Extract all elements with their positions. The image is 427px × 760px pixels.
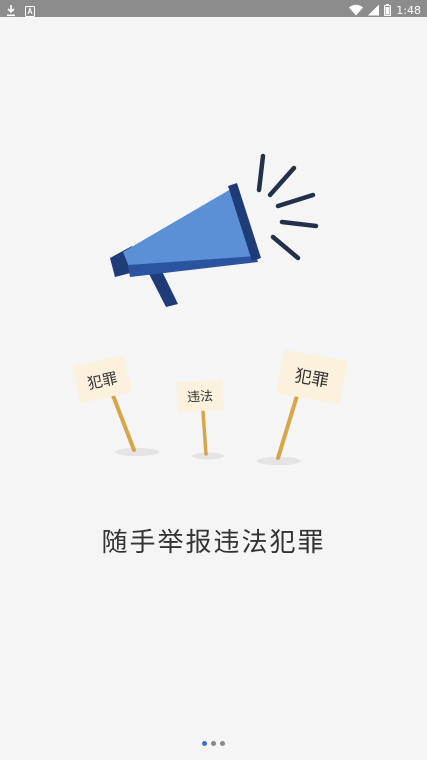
- onboarding-headline: 随手举报违法犯罪: [101, 528, 326, 558]
- protest-sign-right: 犯罪: [257, 349, 348, 465]
- megaphone-icon: [110, 153, 319, 307]
- page-dot-3: [220, 741, 225, 746]
- sign-label-middle: 违法: [187, 389, 214, 405]
- status-time: 1:48: [396, 4, 421, 17]
- wifi-icon: [349, 1, 364, 20]
- signal-icon: [368, 1, 380, 20]
- protest-sign-left: 犯罪: [72, 355, 159, 456]
- page-dot-2: [211, 741, 216, 746]
- illustration: 犯罪 违法 犯罪: [72, 153, 348, 465]
- status-bar: 1:48: [0, 0, 427, 17]
- protest-sign-middle: 违法: [176, 379, 224, 460]
- battery-icon: [384, 1, 392, 20]
- page-dot-1: [202, 741, 207, 746]
- status-bar-right: 1:48: [349, 1, 421, 20]
- accessibility-icon: [25, 2, 35, 21]
- page-indicator: [0, 741, 427, 746]
- status-bar-left: [6, 2, 35, 21]
- download-icon: [6, 2, 16, 21]
